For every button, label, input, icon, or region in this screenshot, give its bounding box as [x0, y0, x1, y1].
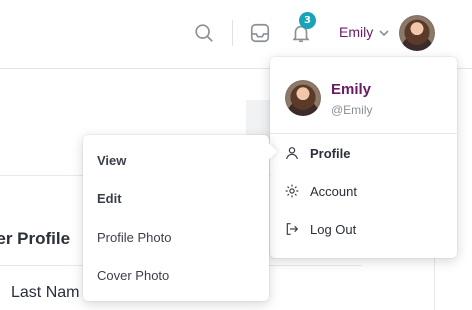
menu-item-account[interactable]: Account: [284, 179, 444, 203]
dropdown-user-handle: @Emily: [331, 103, 373, 117]
search-button[interactable]: [190, 20, 218, 46]
inbox-icon: [250, 23, 270, 43]
dropdown-avatar: [285, 80, 321, 116]
user-icon: [286, 147, 298, 160]
header-separator: [232, 20, 233, 46]
menu-item-log-out[interactable]: Log Out: [284, 217, 444, 241]
inbox-button[interactable]: [246, 20, 274, 46]
menu-item-label: Account: [310, 183, 357, 199]
field-label-last-name: Last Nam: [11, 284, 80, 301]
submenu-item-cover-photo[interactable]: Cover Photo: [97, 268, 169, 283]
submenu-item-view[interactable]: View: [97, 153, 126, 168]
submenu-item-edit[interactable]: Edit: [97, 191, 122, 206]
profile-submenu: View Edit Profile Photo Cover Photo: [83, 135, 269, 301]
logout-icon: [286, 223, 299, 235]
search-icon: [195, 24, 213, 42]
avatar[interactable]: [399, 15, 435, 51]
notification-count-badge: 3: [299, 12, 316, 29]
section-title: ner Profile: [0, 229, 71, 248]
menu-item-profile[interactable]: Profile: [284, 141, 444, 165]
chevron-down-icon[interactable]: [377, 26, 391, 40]
user-menu-name[interactable]: Emily: [339, 24, 373, 40]
submenu-item-profile-photo[interactable]: Profile Photo: [97, 230, 171, 245]
user-dropdown-menu: Emily @Emily Profile Account Log Out: [270, 57, 457, 258]
menu-item-label: Profile: [310, 145, 351, 161]
dropdown-user-name: Emily: [331, 81, 372, 98]
gear-icon: [285, 184, 299, 198]
dropdown-separator: [270, 133, 457, 134]
menu-item-label: Log Out: [310, 221, 357, 237]
